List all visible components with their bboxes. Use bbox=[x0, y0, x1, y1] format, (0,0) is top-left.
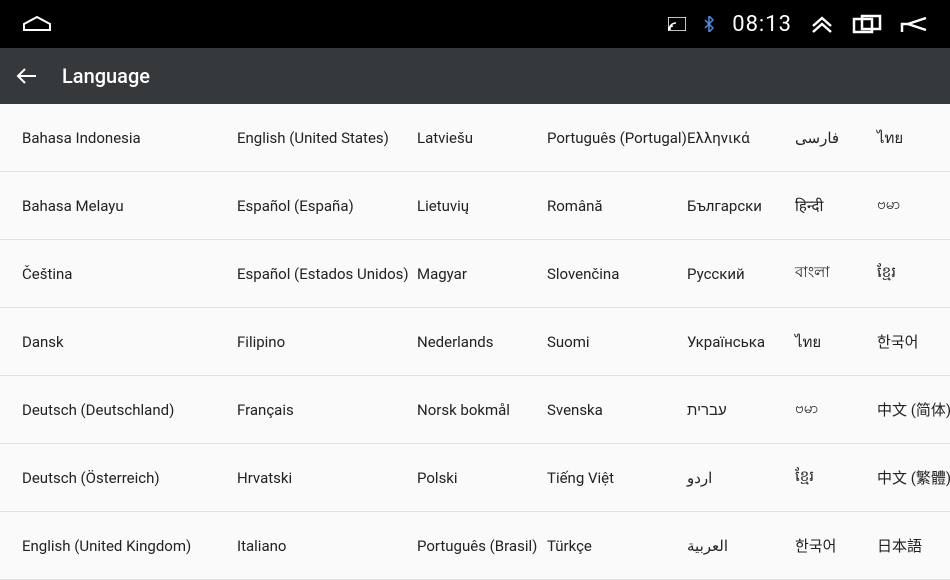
clock-time: 08:13 bbox=[732, 12, 792, 37]
language-option[interactable]: Bahasa Melayu bbox=[0, 172, 217, 240]
language-option[interactable]: Bahasa Indonesia bbox=[0, 104, 217, 172]
language-option[interactable]: Suomi bbox=[527, 308, 667, 376]
language-option[interactable]: Türkçe bbox=[527, 512, 667, 580]
home-icon[interactable] bbox=[20, 14, 54, 34]
language-option[interactable]: Lietuvių bbox=[397, 172, 527, 240]
language-option[interactable]: Български bbox=[667, 172, 775, 240]
language-option[interactable]: Português (Portugal) bbox=[527, 104, 667, 172]
language-option[interactable]: 한국어 bbox=[857, 308, 950, 376]
language-option[interactable]: Magyar bbox=[397, 240, 527, 308]
language-option[interactable]: ខ្មែរ bbox=[857, 240, 950, 308]
language-option[interactable]: Svenska bbox=[527, 376, 667, 444]
language-option[interactable]: Nederlands bbox=[397, 308, 527, 376]
collapse-icon[interactable] bbox=[810, 14, 834, 34]
language-option[interactable]: ខ្មែរ bbox=[775, 444, 857, 512]
language-option[interactable]: Ελληνικά bbox=[667, 104, 775, 172]
language-option[interactable]: Slovenčina bbox=[527, 240, 667, 308]
language-option[interactable]: ไทย bbox=[857, 104, 950, 172]
language-list: Bahasa Indonesia Bahasa Melayu Čeština D… bbox=[0, 104, 950, 580]
language-option[interactable]: ไทย bbox=[775, 308, 857, 376]
language-option[interactable]: Español (Estados Unidos) bbox=[217, 240, 397, 308]
language-option[interactable]: Polski bbox=[397, 444, 527, 512]
language-option[interactable]: Română bbox=[527, 172, 667, 240]
language-option[interactable]: ဗမာ bbox=[775, 376, 857, 444]
language-option[interactable]: עברית bbox=[667, 376, 775, 444]
language-option[interactable]: Deutsch (Österreich) bbox=[0, 444, 217, 512]
language-option[interactable]: Deutsch (Deutschland) bbox=[0, 376, 217, 444]
language-option[interactable]: Español (España) bbox=[217, 172, 397, 240]
language-option[interactable]: 中文 (简体) bbox=[857, 376, 950, 444]
back-icon[interactable] bbox=[900, 14, 930, 34]
language-option[interactable]: हिन्दी bbox=[775, 172, 857, 240]
language-option[interactable]: اردو bbox=[667, 444, 775, 512]
language-option[interactable]: Čeština bbox=[0, 240, 217, 308]
recents-icon[interactable] bbox=[852, 14, 882, 34]
language-option[interactable]: Norsk bokmål bbox=[397, 376, 527, 444]
language-option[interactable]: Filipino bbox=[217, 308, 397, 376]
page-title: Language bbox=[62, 64, 150, 88]
language-option[interactable]: English (United States) bbox=[217, 104, 397, 172]
bluetooth-icon bbox=[704, 16, 714, 32]
language-option[interactable]: Português (Brasil) bbox=[397, 512, 527, 580]
header-back-button[interactable] bbox=[16, 65, 38, 87]
language-option[interactable]: 中文 (繁體) bbox=[857, 444, 950, 512]
language-option[interactable]: Dansk bbox=[0, 308, 217, 376]
cast-icon bbox=[668, 17, 686, 31]
language-option[interactable]: Tiếng Việt bbox=[527, 444, 667, 512]
language-option[interactable]: العربية bbox=[667, 512, 775, 580]
language-option[interactable]: English (United Kingdom) bbox=[0, 512, 217, 580]
language-option[interactable]: 日本語 bbox=[857, 512, 950, 580]
language-option[interactable]: Русский bbox=[667, 240, 775, 308]
language-option[interactable]: Hrvatski bbox=[217, 444, 397, 512]
settings-header: Language bbox=[0, 48, 950, 104]
language-option[interactable]: فارسى bbox=[775, 104, 857, 172]
language-option[interactable]: Latviešu bbox=[397, 104, 527, 172]
language-option[interactable]: Українська bbox=[667, 308, 775, 376]
language-option[interactable]: 한국어 bbox=[775, 512, 857, 580]
language-option[interactable]: বাংলা bbox=[775, 240, 857, 308]
language-option[interactable]: Français bbox=[217, 376, 397, 444]
language-option[interactable]: Italiano bbox=[217, 512, 397, 580]
language-option[interactable]: ဗမာ bbox=[857, 172, 950, 240]
status-bar: 08:13 bbox=[0, 0, 950, 48]
